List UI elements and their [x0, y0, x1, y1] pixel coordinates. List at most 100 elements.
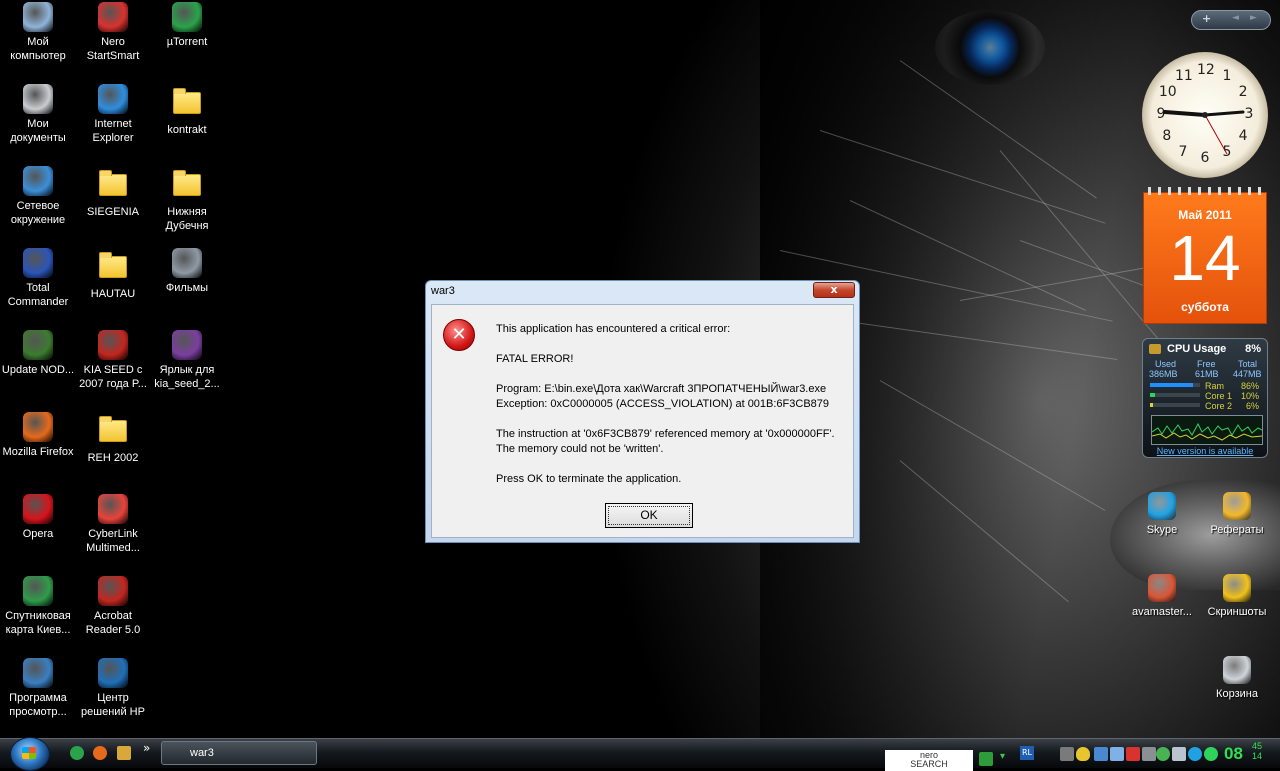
tray-security-icon[interactable] [1076, 747, 1090, 761]
cpu-update-link[interactable]: New version is available [1143, 446, 1267, 456]
cpu-mem-total: 447MB [1233, 369, 1262, 379]
desktop-icon-label: Программа просмотр... [9, 692, 67, 718]
desktop-icon[interactable]: Сетевое окружение [0, 166, 76, 227]
star-icon [1223, 574, 1251, 602]
quicklaunch-more-button[interactable]: » [143, 741, 150, 755]
tray-monitor-icon[interactable] [1110, 747, 1124, 761]
calendar-rings [1148, 187, 1262, 195]
desktop-icon[interactable]: Skype [1124, 492, 1200, 537]
quicklaunch-firefox-icon[interactable] [93, 746, 107, 760]
tray-warning-icon[interactable] [1126, 747, 1140, 761]
acrobat-icon [98, 576, 128, 606]
start-button[interactable] [10, 737, 50, 771]
desktop-icon[interactable]: Update NOD... [0, 330, 76, 377]
tray-arrow-icon[interactable] [979, 752, 993, 766]
language-indicator[interactable]: RL [1020, 746, 1034, 760]
quicklaunch-utorrent-icon[interactable] [70, 746, 84, 760]
skype-icon [1148, 492, 1176, 520]
desktop-icon-label: Центр решений HP [81, 692, 145, 718]
desktop-icon[interactable]: Фильмы [149, 248, 225, 295]
avamaster-icon [1148, 574, 1176, 602]
floppy-icon [23, 248, 53, 278]
desktop-icon[interactable]: REH 2002 [75, 412, 151, 465]
taskbar-task-war3[interactable]: war3 [161, 741, 317, 765]
desktop-icon-label: Фильмы [165, 282, 209, 294]
desktop-icon[interactable]: Total Commander [0, 248, 76, 309]
dialog-body: ✕ This application has encountered a cri… [431, 304, 854, 538]
desktop-icon[interactable]: CyberLink Multimed... [75, 494, 151, 555]
error-message-line [496, 457, 835, 472]
error-message-line: The instruction at '0x6F3CB879' referenc… [496, 428, 835, 440]
quicklaunch-desktop-icon[interactable] [117, 746, 131, 760]
tray-agent-icon[interactable] [1156, 747, 1170, 761]
tray-status-icon[interactable] [1204, 747, 1218, 761]
prev-gadget-button[interactable]: ◄ [1232, 13, 1239, 23]
tray-antivirus-icon[interactable] [1142, 747, 1156, 761]
desktop-icon-label: Сетевое окружение [10, 200, 66, 226]
calendar-month: Май 2011 [1178, 208, 1232, 222]
desktop-icon[interactable]: Ярлык для kia_seed_2... [149, 330, 225, 391]
desktop-icon[interactable]: Спутниковая карта Киев... [0, 576, 76, 637]
desktop-icon[interactable]: Мои документы [0, 84, 76, 145]
desktop-icon[interactable]: Acrobat Reader 5.0 [75, 576, 151, 637]
desktop-icon[interactable]: Рефераты [1199, 492, 1275, 537]
cpu-row-bar [1150, 393, 1200, 397]
clock-gadget[interactable]: 12 1 2 3 4 5 6 7 8 9 10 11 [1142, 52, 1268, 178]
folder-icon [99, 252, 127, 278]
tray-network-icon[interactable] [1094, 747, 1108, 761]
clock-minutes-seconds[interactable]: 45 14 [1252, 741, 1262, 761]
cpu-header-used: Used [1155, 359, 1177, 369]
desktop-icon[interactable]: Мой компьютер [0, 2, 76, 63]
desktop-icon-label: Скриншоты [1207, 606, 1267, 618]
desktop-icon[interactable]: Internet Explorer [75, 84, 151, 145]
cpu-graph [1151, 415, 1263, 445]
desktop-icon[interactable]: avamaster... [1124, 574, 1200, 619]
folder-icon [173, 88, 201, 114]
cpu-usage-gadget[interactable]: CPU Usage 8% Used Free Total 386MB 61MB … [1142, 338, 1268, 458]
error-message-line: Exception: 0xC0000005 (ACCESS_VIOLATION)… [496, 398, 830, 410]
desktop-icon-label: Мой компьютер [10, 36, 66, 62]
next-gadget-button[interactable]: ► [1250, 13, 1257, 23]
cpu-header-total: Total [1238, 359, 1258, 369]
desktop-icon-label: Нижняя Дубечня [165, 206, 209, 232]
calendar-gadget[interactable]: Май 2011 14 суббота [1143, 187, 1267, 324]
clock-hours[interactable]: 08 [1224, 744, 1243, 764]
desktop-icon[interactable]: Корзина [1199, 656, 1275, 701]
desktop-icon[interactable]: Нижняя Дубечня [149, 166, 225, 233]
add-gadget-button[interactable]: + [1202, 12, 1211, 25]
desktop-icon[interactable]: HAUTAU [75, 248, 151, 301]
tray-shield-icon[interactable] [1060, 747, 1074, 761]
desktop-icon-label: Total Commander [7, 282, 69, 308]
desktop-icon-label: kontrakt [167, 124, 207, 136]
tray-skype-icon[interactable] [1188, 747, 1202, 761]
desktop-icon-label: avamaster... [1132, 606, 1192, 618]
desktop-icon-label: Спутниковая карта Киев... [5, 610, 71, 636]
desktop-icon[interactable]: Opera [0, 494, 76, 541]
calendar-day: 14 [1169, 222, 1241, 294]
error-message-line: Press OK to terminate the application. [496, 473, 682, 485]
folder-icon [99, 416, 127, 442]
error-message-line [496, 412, 835, 427]
tray-audio-icon[interactable] [1172, 747, 1186, 761]
desktop-icon-label: Мои документы [10, 118, 66, 144]
desktop-icon[interactable]: Mozilla Firefox [0, 412, 76, 459]
tray-down-arrow-icon[interactable]: ▾ [1000, 751, 1005, 762]
desktop-icon-label: Acrobat Reader 5.0 [85, 610, 141, 636]
desktop-icon[interactable]: µTorrent [149, 2, 225, 49]
desktop-icon[interactable]: kontrakt [149, 84, 225, 137]
desktop-icon-label: µTorrent [166, 36, 208, 48]
close-button[interactable]: x [813, 282, 855, 298]
nero-icon [98, 2, 128, 32]
desktop-icon[interactable]: SIEGENIA [75, 166, 151, 219]
desktop-icon[interactable]: Программа просмотр... [0, 658, 76, 719]
clock-hands [1163, 110, 1245, 155]
nod-icon [23, 330, 53, 360]
desktop-icon-label: Mozilla Firefox [2, 446, 74, 458]
desktop-icon[interactable]: KIA SEED с 2007 года P... [75, 330, 151, 391]
desktop-icon[interactable]: Центр решений HP [75, 658, 151, 719]
cpu-row-label: Core 1 [1205, 391, 1233, 401]
desktop-icon[interactable]: Nero StartSmart [75, 2, 151, 63]
ok-button[interactable]: OK [605, 503, 693, 528]
cpu-graph-line [1152, 422, 1262, 441]
desktop-icon[interactable]: Скриншоты [1199, 574, 1275, 619]
